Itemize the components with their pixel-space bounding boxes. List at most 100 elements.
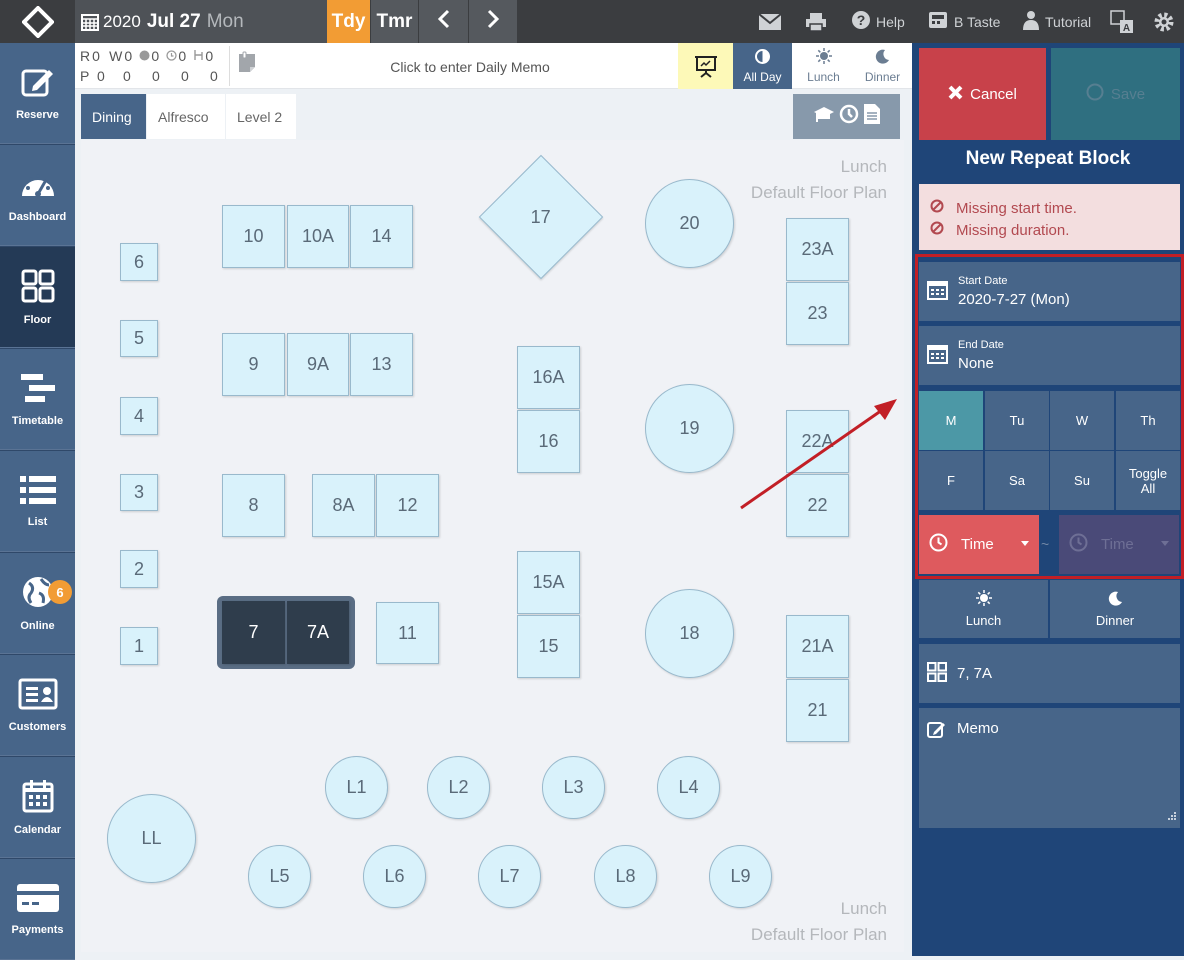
table-21a[interactable]: 21A <box>786 615 849 678</box>
sidebar-item-label: Customers <box>8 720 67 733</box>
validation-errors: Missing start time. Missing duration. <box>919 184 1180 250</box>
date-selector[interactable]: 2020 Jul 27 Mon <box>75 0 327 43</box>
mail-icon[interactable] <box>758 0 782 43</box>
table-13[interactable]: 13 <box>350 333 413 396</box>
table-l6[interactable]: L6 <box>363 845 426 908</box>
dinner-shift-button[interactable]: Dinner <box>1050 580 1180 638</box>
presentation-icon[interactable] <box>678 43 733 89</box>
table-11[interactable]: 11 <box>376 602 439 664</box>
daily-memo-button[interactable]: Click to enter Daily Memo <box>330 50 610 84</box>
selected-tables-field[interactable]: 7, 7A <box>919 644 1180 703</box>
table-2[interactable]: 2 <box>120 550 158 588</box>
save-button[interactable]: Save <box>1051 48 1180 140</box>
sidebar-item-dashboard[interactable]: Dashboard <box>0 145 75 246</box>
lunch-label: Lunch <box>965 613 1002 628</box>
sidebar-item-payments[interactable]: Payments <box>0 859 75 960</box>
today-button[interactable]: Tdy <box>327 0 370 43</box>
table-7-selected[interactable]: 7 <box>222 601 285 664</box>
shift-dinner[interactable]: Dinner <box>853 43 912 89</box>
previous-day-button[interactable] <box>419 0 468 43</box>
calendar-grid-icon <box>81 13 99 31</box>
table-20[interactable]: 20 <box>645 179 734 268</box>
sidebar-item-reserve[interactable]: Reserve <box>0 43 75 144</box>
settings-gear-icon[interactable] <box>1153 0 1175 43</box>
shift-lunch[interactable]: Lunch <box>794 43 853 89</box>
help-link[interactable]: ? Help <box>846 0 905 43</box>
sidebar-item-floor[interactable]: Floor <box>0 247 75 348</box>
table-10[interactable]: 10 <box>222 205 285 268</box>
language-icon[interactable]: A <box>1110 0 1134 43</box>
table-ll[interactable]: LL <box>107 794 196 883</box>
clock-icon <box>839 104 859 129</box>
table-l3[interactable]: L3 <box>542 756 605 819</box>
save-label: Save <box>1110 85 1146 103</box>
memo-textarea[interactable]: Memo <box>919 708 1180 828</box>
table-21[interactable]: 21 <box>786 679 849 742</box>
count-value: 0 <box>97 68 105 84</box>
tab-dining[interactable]: Dining <box>81 94 146 139</box>
memo-placeholder: Memo <box>957 720 999 737</box>
table-5[interactable]: 5 <box>120 320 158 357</box>
floor-grid-icon <box>927 661 947 686</box>
sidebar-item-label: Dashboard <box>8 210 67 223</box>
moon-icon <box>1108 591 1123 609</box>
tutorial-link[interactable]: Tutorial <box>1017 0 1091 43</box>
table-16[interactable]: 16 <box>517 410 580 473</box>
table-6[interactable]: 6 <box>120 243 158 281</box>
lunch-shift-button[interactable]: Lunch <box>919 580 1048 638</box>
table-l7[interactable]: L7 <box>478 845 541 908</box>
table-9a[interactable]: 9A <box>287 333 349 396</box>
resize-handle-icon[interactable] <box>1168 807 1176 824</box>
table-15[interactable]: 15 <box>517 615 580 678</box>
sidebar-item-timetable[interactable]: Timetable <box>0 349 75 450</box>
shift-all-day[interactable]: All Day <box>733 43 792 89</box>
help-icon: ? <box>851 10 871 33</box>
sidebar-item-list[interactable]: List <box>0 451 75 552</box>
table-15a[interactable]: 15A <box>517 551 580 614</box>
tab-alfresco[interactable]: Alfresco <box>147 94 225 139</box>
table-8[interactable]: 8 <box>222 474 285 537</box>
sidebar-item-online[interactable]: 6 Online <box>0 553 75 654</box>
cancel-button[interactable]: Cancel <box>919 48 1046 140</box>
table-19[interactable]: 19 <box>645 384 734 473</box>
table-l5[interactable]: L5 <box>248 845 311 908</box>
dinner-label: Dinner <box>1095 612 1135 628</box>
save-circle-icon <box>1086 83 1104 105</box>
edit-icon <box>927 720 947 743</box>
table-l2[interactable]: L2 <box>427 756 490 819</box>
table-l4[interactable]: L4 <box>657 756 720 819</box>
error-item: Missing start time. <box>930 197 1180 219</box>
tomorrow-button[interactable]: Tmr <box>371 0 418 43</box>
tab-level-2[interactable]: Level 2 <box>226 94 296 139</box>
help-label: Help <box>876 13 905 30</box>
table-9[interactable]: 9 <box>222 333 285 396</box>
floor-tools[interactable] <box>793 94 900 139</box>
app-logo-icon[interactable] <box>0 0 75 43</box>
table-7a-selected[interactable]: 7A <box>287 601 349 664</box>
sidebar-item-calendar[interactable]: Calendar <box>0 757 75 858</box>
next-day-button[interactable] <box>469 0 517 43</box>
print-icon[interactable] <box>805 0 827 43</box>
table-23[interactable]: 23 <box>786 282 849 345</box>
table-18[interactable]: 18 <box>645 589 734 678</box>
table-14[interactable]: 14 <box>350 205 413 268</box>
floor-grid-icon <box>21 269 55 306</box>
venue-link[interactable]: B Taste <box>922 0 1000 43</box>
chevron-right-icon <box>486 9 500 35</box>
table-23a[interactable]: 23A <box>786 218 849 281</box>
table-16a[interactable]: 16A <box>517 346 580 409</box>
table-10a[interactable]: 10A <box>287 205 349 268</box>
table-12[interactable]: 12 <box>376 474 439 537</box>
online-count-badge: 6 <box>48 580 72 604</box>
table-l1[interactable]: L1 <box>325 756 388 819</box>
table-3[interactable]: 3 <box>120 474 158 511</box>
table-8a[interactable]: 8A <box>312 474 375 537</box>
table-4[interactable]: 4 <box>120 397 158 435</box>
clipboard-icon[interactable] <box>236 51 258 78</box>
edit-icon <box>21 66 55 101</box>
table-l9[interactable]: L9 <box>709 845 772 908</box>
table-label: 17 <box>530 206 552 227</box>
table-1[interactable]: 1 <box>120 627 158 665</box>
table-l8[interactable]: L8 <box>594 845 657 908</box>
sidebar-item-customers[interactable]: Customers <box>0 655 75 756</box>
